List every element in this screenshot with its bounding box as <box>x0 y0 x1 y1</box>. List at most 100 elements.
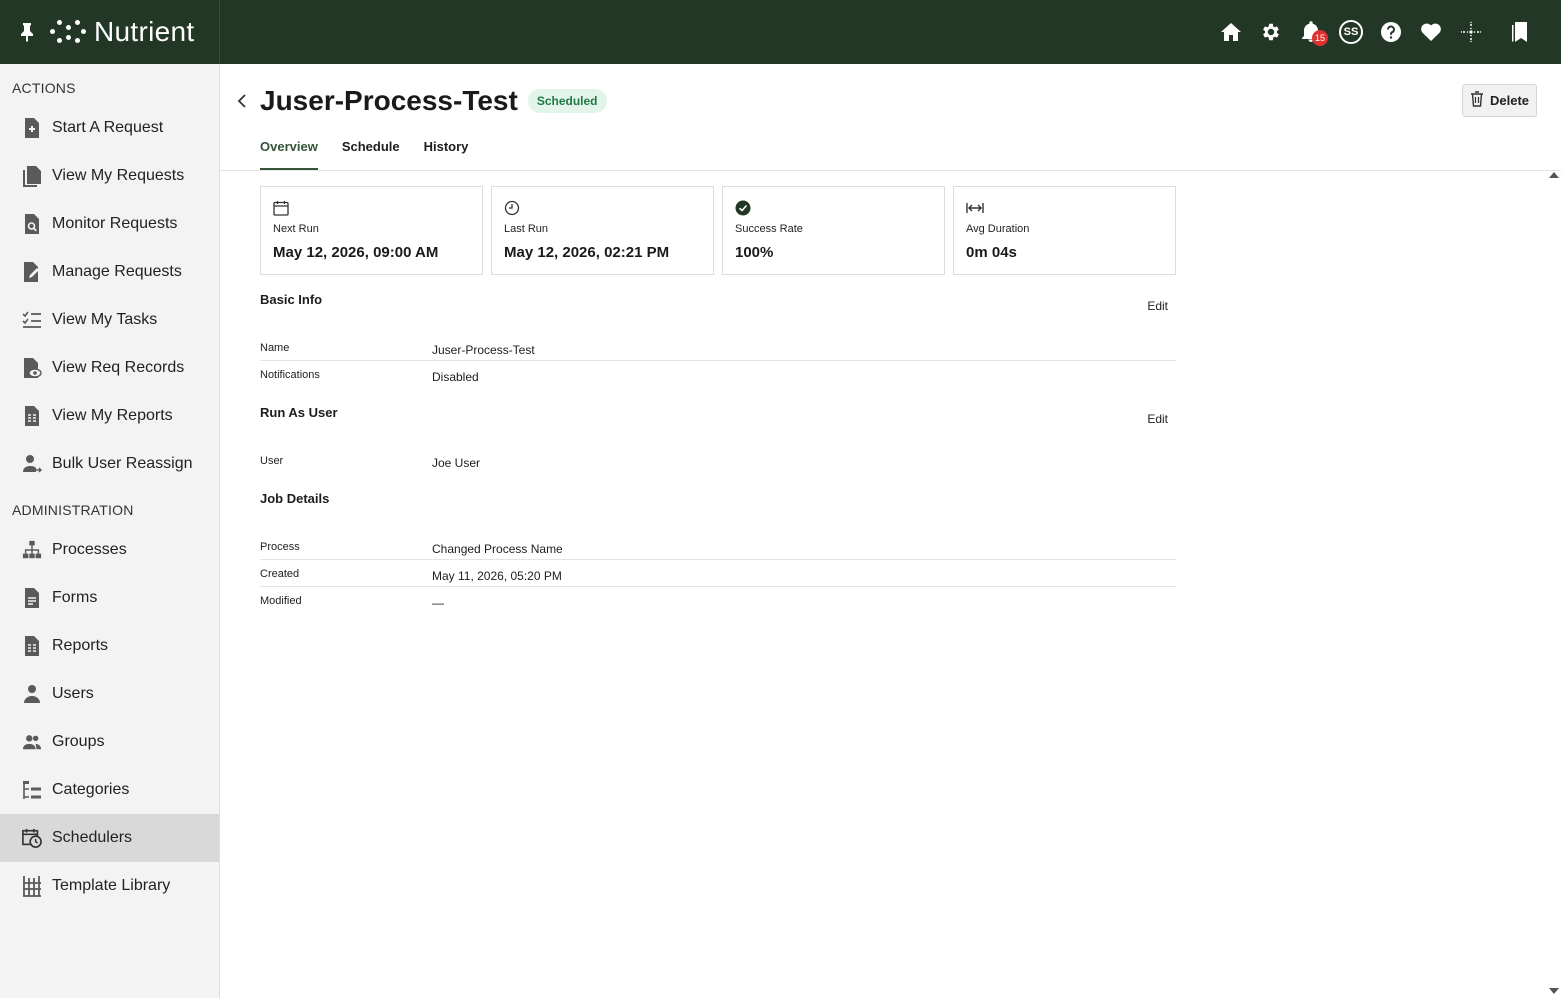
sidebar-item-bulk-user-reassign[interactable]: Bulk User Reassign <box>0 440 219 488</box>
row-value: Changed Process Name <box>432 542 563 556</box>
row-label: Created <box>260 568 300 580</box>
row-value: — <box>432 596 444 610</box>
sidebar-item-label: Monitor Requests <box>52 215 178 232</box>
sidebar-item-view-req-records[interactable]: View Req Records <box>0 344 219 392</box>
report-icon <box>22 635 42 657</box>
sidebar-item-view-my-requests[interactable]: View My Requests <box>0 152 219 200</box>
sidebar-item-label: Bulk User Reassign <box>52 455 193 472</box>
sidebar-item-label: View My Reports <box>52 407 173 424</box>
job-details-section: Job Details Process Changed Process Name… <box>260 491 1176 616</box>
sidebar-item-processes[interactable]: Processes <box>0 526 219 574</box>
card-avg-duration: Avg Duration 0m 04s <box>953 186 1176 275</box>
avatar[interactable]: SS <box>1339 20 1363 44</box>
file-eye-icon <box>22 357 42 379</box>
sidebar-item-manage-requests[interactable]: Manage Requests <box>0 248 219 296</box>
home-icon[interactable] <box>1219 20 1243 44</box>
check-circle-icon <box>735 199 753 217</box>
row-value: Joe User <box>432 456 481 470</box>
card-value: May 12, 2026, 02:21 PM <box>504 244 670 261</box>
section-title: Run As User <box>260 405 338 420</box>
sidebar-item-forms[interactable]: Forms <box>0 574 219 622</box>
sidebar-item-view-my-tasks[interactable]: View My Tasks <box>0 296 219 344</box>
sidebar-actions-title: ACTIONS <box>12 80 76 96</box>
sidebar-item-groups[interactable]: Groups <box>0 718 219 766</box>
sidebar-admin-list: Processes Forms Reports Users Groups Cat… <box>0 526 219 910</box>
row-label: Process <box>260 541 300 553</box>
sparkle-icon[interactable] <box>1459 20 1483 44</box>
sidebar-item-label: Forms <box>52 589 98 606</box>
main-content: Juser-Process-Test Scheduled Delete Over… <box>220 64 1561 998</box>
tab-overview[interactable]: Overview <box>260 134 318 170</box>
sidebar-item-view-my-reports[interactable]: View My Reports <box>0 392 219 440</box>
gear-icon[interactable] <box>1259 20 1283 44</box>
width-arrows-icon <box>966 199 984 217</box>
tab-history[interactable]: History <box>424 134 469 170</box>
brand-area: Nutrient <box>0 0 220 64</box>
card-label: Success Rate <box>735 223 803 235</box>
run-as-edit-button[interactable]: Edit <box>1147 412 1168 426</box>
sidebar-item-label: Reports <box>52 637 109 654</box>
scroll-down-arrow[interactable] <box>1549 988 1559 994</box>
calendar-icon <box>273 199 291 217</box>
sidebar-item-template-library[interactable]: Template Library <box>0 862 219 910</box>
tabs-divider <box>220 170 1561 171</box>
help-icon[interactable] <box>1379 20 1403 44</box>
tab-schedule[interactable]: Schedule <box>342 134 400 170</box>
sidebar-item-users[interactable]: Users <box>0 670 219 718</box>
sidebar-item-label: Groups <box>52 733 105 750</box>
back-chevron-icon[interactable] <box>232 91 252 111</box>
basic-info-edit-button[interactable]: Edit <box>1147 299 1168 313</box>
delete-label: Delete <box>1489 93 1530 108</box>
library-icon <box>22 875 42 897</box>
section-title: Job Details <box>260 491 330 506</box>
basic-info-section: Basic Info Edit Name Juser-Process-Test … <box>260 292 1176 384</box>
info-row-process: Process Changed Process Name <box>260 533 1176 560</box>
clock-icon <box>504 199 522 217</box>
tab-bar: Overview Schedule History <box>260 134 468 170</box>
card-next-run: Next Run May 12, 2026, 09:00 AM <box>260 186 483 275</box>
pin-icon[interactable] <box>18 21 36 43</box>
scroll-up-arrow[interactable] <box>1549 172 1559 178</box>
sidebar-item-label: Template Library <box>52 877 171 894</box>
calendar-clock-icon <box>22 827 42 849</box>
sidebar-admin-title: ADMINISTRATION <box>12 502 134 518</box>
file-search-icon <box>22 213 42 235</box>
row-value: Disabled <box>432 370 479 384</box>
sidebar-item-monitor-requests[interactable]: Monitor Requests <box>0 200 219 248</box>
sidebar-item-label: View My Tasks <box>52 311 158 328</box>
sidebar-actions-list: Start A Request View My Requests Monitor… <box>0 104 219 488</box>
sidebar-item-schedulers[interactable]: Schedulers <box>0 814 219 862</box>
notification-badge: 15 <box>1312 30 1329 46</box>
info-row-user: User Joe User <box>260 447 1176 474</box>
categories-icon <box>22 779 42 801</box>
documents-icon <box>22 165 42 187</box>
info-row-name: Name Juser-Process-Test <box>260 334 1176 361</box>
bookmarks-icon[interactable] <box>1507 20 1531 44</box>
sidebar-item-reports[interactable]: Reports <box>0 622 219 670</box>
sidebar-item-start-a-request[interactable]: Start A Request <box>0 104 219 152</box>
nutrient-logo-icon <box>48 17 86 47</box>
file-edit-icon <box>22 261 42 283</box>
brand-name: Nutrient <box>94 16 195 47</box>
sidebar: ACTIONS Start A Request View My Requests… <box>0 64 220 998</box>
sidebar-item-label: Manage Requests <box>52 263 182 280</box>
stats-cards: Next Run May 12, 2026, 09:00 AM Last Run… <box>260 186 1176 275</box>
delete-button[interactable]: Delete <box>1462 84 1537 117</box>
sidebar-item-label: Users <box>52 685 94 702</box>
row-label: Modified <box>260 595 302 607</box>
sidebar-item-label: Processes <box>52 541 127 558</box>
page-title: Juser-Process-Test <box>260 85 518 116</box>
sidebar-item-categories[interactable]: Categories <box>0 766 219 814</box>
card-value: 100% <box>735 244 774 261</box>
user-icon <box>22 683 42 705</box>
row-value: Juser-Process-Test <box>432 343 535 357</box>
card-label: Next Run <box>273 223 319 235</box>
row-label: Name <box>260 342 290 354</box>
row-label: Notifications <box>260 369 320 381</box>
info-row-modified: Modified — <box>260 587 1176 614</box>
row-value: May 11, 2026, 05:20 PM <box>432 569 562 583</box>
bell-icon[interactable]: 15 <box>1299 20 1329 46</box>
card-last-run: Last Run May 12, 2026, 02:21 PM <box>491 186 714 275</box>
sidebar-item-label: View Req Records <box>52 359 185 376</box>
heart-icon[interactable] <box>1419 20 1443 44</box>
